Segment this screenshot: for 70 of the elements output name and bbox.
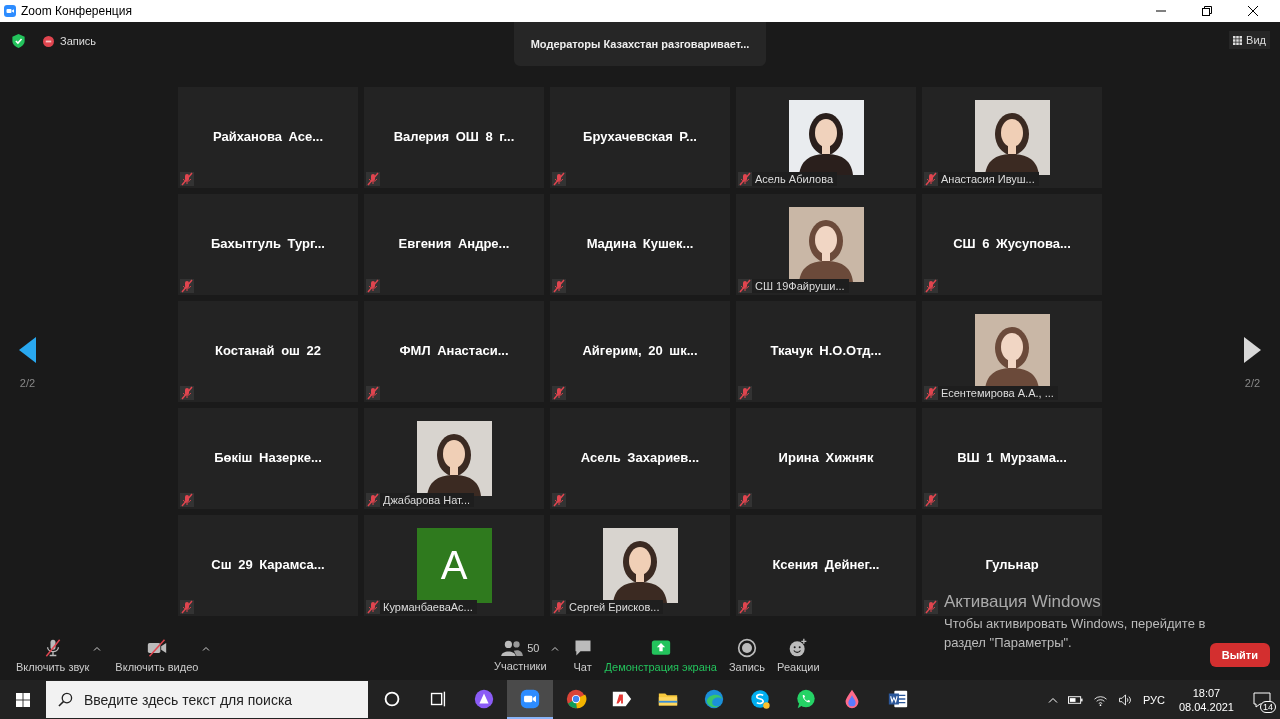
participant-name: Валерия ОШ 8 г... (393, 129, 515, 144)
leave-button[interactable]: Выйти (1209, 643, 1270, 667)
previous-page-icon[interactable] (19, 337, 36, 363)
start-icon[interactable] (16, 692, 30, 707)
participant-name: Сергей Ерисков... (569, 601, 660, 613)
participant-name: Гульнар (985, 557, 1039, 572)
start-video-button[interactable]: Включить видео (109, 633, 205, 677)
meeting-topic: Модераторы Казахстан разговаривает... (514, 22, 766, 66)
caret-icon[interactable] (550, 645, 559, 651)
participant-name: ФМЛ Анастаси... (399, 343, 509, 358)
wifi-icon[interactable] (1092, 693, 1108, 706)
caret-icon[interactable] (93, 645, 102, 651)
participant-name: Ксения Дейнег... (772, 557, 880, 572)
participant-name: ВШ 1 Мурзама... (957, 450, 1067, 465)
participant-name: Евгения Андре... (398, 236, 510, 251)
participant-name: Асель Захариев... (580, 450, 700, 465)
record-icon (43, 35, 54, 47)
share-screen-button[interactable]: Демонстрация экрана (598, 633, 723, 677)
participant-name: Брухачевская Р... (583, 129, 697, 144)
people-icon (501, 638, 524, 657)
next-page-icon[interactable] (1244, 337, 1261, 363)
participant-name: Ирина Хижняк (778, 450, 874, 465)
chat-button[interactable]: Чат (566, 633, 599, 677)
page-indicator: 2/2 (19, 377, 36, 389)
notification-count: 14 (1260, 701, 1276, 713)
record-button[interactable]: Запись (722, 633, 772, 677)
shield-icon[interactable] (12, 34, 25, 48)
reactions-button[interactable]: Реакции (771, 633, 826, 677)
unmute-button[interactable]: Включить звук (10, 633, 96, 677)
activation-title: Активация Windows (944, 592, 1101, 612)
notifications-icon (1253, 691, 1271, 708)
participant-name: СШ 19Файруши... (755, 280, 845, 292)
video-off-icon (146, 637, 167, 658)
page-indicator: 2/2 (1244, 377, 1261, 389)
participant-name: КурманбаеваАс... (383, 601, 473, 613)
participant-name: Сш 29 Карамса... (211, 557, 325, 572)
participant-name: Джабарова Нат... (383, 494, 471, 506)
close-icon[interactable] (1248, 6, 1258, 16)
participant-name: Мадина Кушек... (586, 236, 694, 251)
participant-name: СШ 6 Жусупова... (953, 236, 1071, 251)
restore-icon[interactable] (1202, 6, 1212, 16)
grid-icon (1233, 35, 1243, 45)
participant-name: Райханова Асе... (212, 129, 324, 144)
record-icon (737, 637, 757, 658)
recording-label: Запись (60, 35, 97, 47)
participant-name: Асель Абилова (755, 173, 834, 185)
participants-button[interactable]: 50 Участники (488, 633, 553, 677)
notifications-button[interactable]: 14 (1244, 680, 1280, 719)
window-title: Zoom Конференция (21, 4, 132, 18)
activation-text: Чтобы активировать Windows, перейдите в раздел "Параметры". (944, 615, 1207, 652)
participant-name: Бахытгуль Тург... (211, 236, 325, 251)
clock-time[interactable]: 18:07 (1192, 685, 1221, 700)
smiley-icon (788, 637, 809, 658)
search-field[interactable]: Введите здесь текст для поиска (46, 681, 368, 718)
participant-count: 50 (527, 641, 540, 654)
view-button[interactable]: Вид (1229, 31, 1270, 49)
battery-icon[interactable] (1067, 693, 1083, 706)
caret-icon[interactable] (202, 645, 211, 651)
participant-name: Ткачук Н.О.Отд... (770, 343, 882, 358)
avatar-letter: A (416, 528, 492, 603)
participant-name: Анастасия Ивуш... (941, 173, 1035, 185)
participant-name: Айгерим, 20 шк... (582, 343, 698, 358)
clock-date[interactable]: 08.04.2021 (1178, 699, 1234, 714)
participant-name: Есентемирова А.А., ... (941, 387, 1054, 399)
participant-name: Бөкіш Назерке... (214, 450, 322, 465)
video-camera-icon[interactable] (507, 680, 553, 719)
volume-icon[interactable] (1117, 693, 1133, 706)
language-indicator[interactable]: РУС (1142, 693, 1165, 706)
video-camera-icon (4, 5, 16, 17)
participant-name: Костанай ош 22 (214, 343, 322, 358)
